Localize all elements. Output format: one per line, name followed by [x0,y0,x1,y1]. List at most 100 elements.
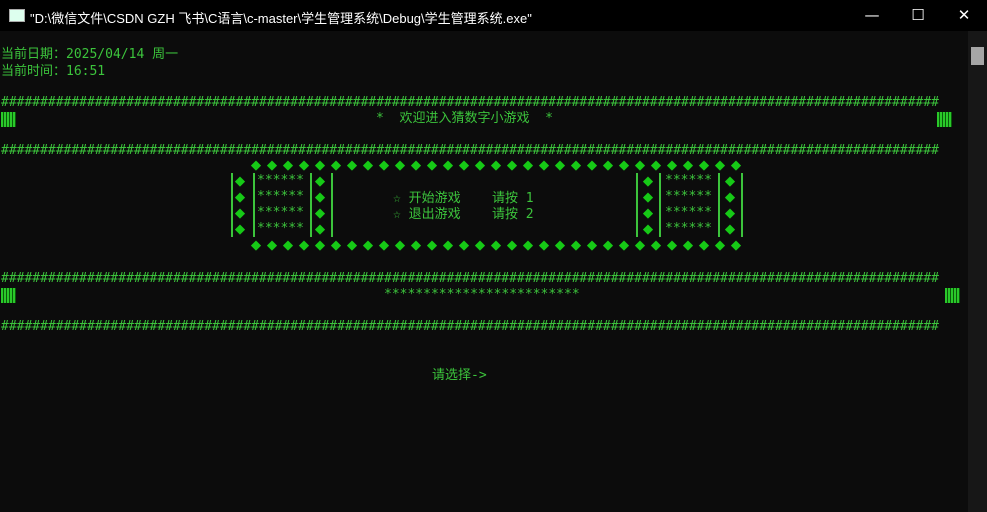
divider [741,173,743,189]
diamond-icon: ◆ [410,235,422,255]
time-line: 当前时间：16:51 [1,64,106,79]
diamond-icon: ◆ [234,219,246,239]
input-prompt[interactable]: 请选择-> [432,368,487,384]
diamond-icon: ◆ [474,235,486,255]
diamond-icon: ◆ [666,155,678,175]
diamond-icon: ◆ [426,235,438,255]
divider [659,221,661,237]
welcome-banner: * 欢迎进入猜数字小游戏 * [376,111,553,126]
divider [253,173,255,189]
divider [718,189,720,205]
minimize-button[interactable]: — [849,0,895,31]
console-app-icon [9,9,25,22]
divider [741,221,743,237]
diamond-icon: ◆ [698,155,710,175]
diamond-icon: ◆ [490,155,502,175]
diamond-icon: ◆ [474,155,486,175]
hash-border: ########################################… [1,271,939,286]
diamond-icon: ◆ [642,219,654,239]
divider [253,205,255,221]
diamond-icon: ◆ [330,235,342,255]
diamond-icon: ◆ [682,155,694,175]
divider [636,221,638,237]
divider [331,173,333,189]
divider [741,205,743,221]
menu-item-exit: ☆ 退出游戏 请按 2 [393,207,534,222]
maximize-button[interactable]: ☐ [895,0,941,31]
diamond-icon: ◆ [586,235,598,255]
diamond-icon: ◆ [442,155,454,175]
diamond-icon: ◆ [714,235,726,255]
diamond-icon: ◆ [394,235,406,255]
diamond-icon: ◆ [378,235,390,255]
divider [718,205,720,221]
diamond-icon: ◆ [730,235,742,255]
diamond-icon: ◆ [250,235,262,255]
diamond-icon: ◆ [378,155,390,175]
divider [253,221,255,237]
menu-item-start: ☆ 开始游戏 请按 1 [393,191,534,206]
diamond-icon: ◆ [666,235,678,255]
diamond-icon: ◆ [346,235,358,255]
scrollbar-thumb[interactable] [971,47,984,65]
block-icon [1,288,16,303]
diamond-icon: ◆ [282,155,294,175]
vertical-scrollbar[interactable] [968,31,987,512]
diamond-icon: ◆ [458,235,470,255]
diamond-icon: ◆ [602,155,614,175]
divider [636,205,638,221]
diamond-icon: ◆ [650,235,662,255]
diamond-icon: ◆ [362,235,374,255]
diamond-icon: ◆ [538,155,550,175]
diamond-icon: ◆ [298,155,310,175]
diamond-icon: ◆ [442,235,454,255]
block-icon [937,112,952,127]
diamond-icon: ◆ [346,155,358,175]
console-output: 当前日期：2025/04/14 周一 当前时间：16:51 ##########… [0,31,968,512]
diamond-icon: ◆ [634,235,646,255]
diamond-icon: ◆ [586,155,598,175]
date-line: 当前日期：2025/04/14 周一 [1,47,179,62]
diamond-icon: ◆ [522,235,534,255]
stars-row: ****** [257,221,304,236]
diamond-icon: ◆ [538,235,550,255]
diamond-icon: ◆ [362,155,374,175]
star-banner: ************************* [384,287,580,302]
divider [659,189,661,205]
divider [741,189,743,205]
divider [331,221,333,237]
stars-row: ****** [665,205,712,220]
block-icon [1,112,16,127]
divider [718,173,720,189]
divider [253,189,255,205]
diamond-icon: ◆ [698,235,710,255]
stars-row: ****** [665,173,712,188]
stars-row: ****** [257,173,304,188]
diamond-icon: ◆ [426,155,438,175]
hash-border: ########################################… [1,319,939,334]
diamond-icon: ◆ [266,235,278,255]
close-button[interactable]: ✕ [941,0,987,31]
diamond-icon: ◆ [314,219,326,239]
diamond-icon: ◆ [282,235,294,255]
diamond-icon: ◆ [506,235,518,255]
diamond-icon: ◆ [682,235,694,255]
hash-border: ########################################… [1,95,939,110]
diamond-icon: ◆ [522,155,534,175]
diamond-icon: ◆ [266,155,278,175]
divider [331,205,333,221]
block-icon [945,288,960,303]
diamond-icon: ◆ [330,155,342,175]
diamond-icon: ◆ [250,155,262,175]
diamond-icon: ◆ [314,235,326,255]
divider [331,189,333,205]
divider [659,173,661,189]
diamond-icon: ◆ [554,155,566,175]
diamond-icon: ◆ [602,235,614,255]
diamond-icon: ◆ [298,235,310,255]
diamond-icon: ◆ [506,155,518,175]
diamond-icon: ◆ [458,155,470,175]
diamond-icon: ◆ [618,235,630,255]
diamond-icon: ◆ [570,235,582,255]
diamond-icon: ◆ [490,235,502,255]
